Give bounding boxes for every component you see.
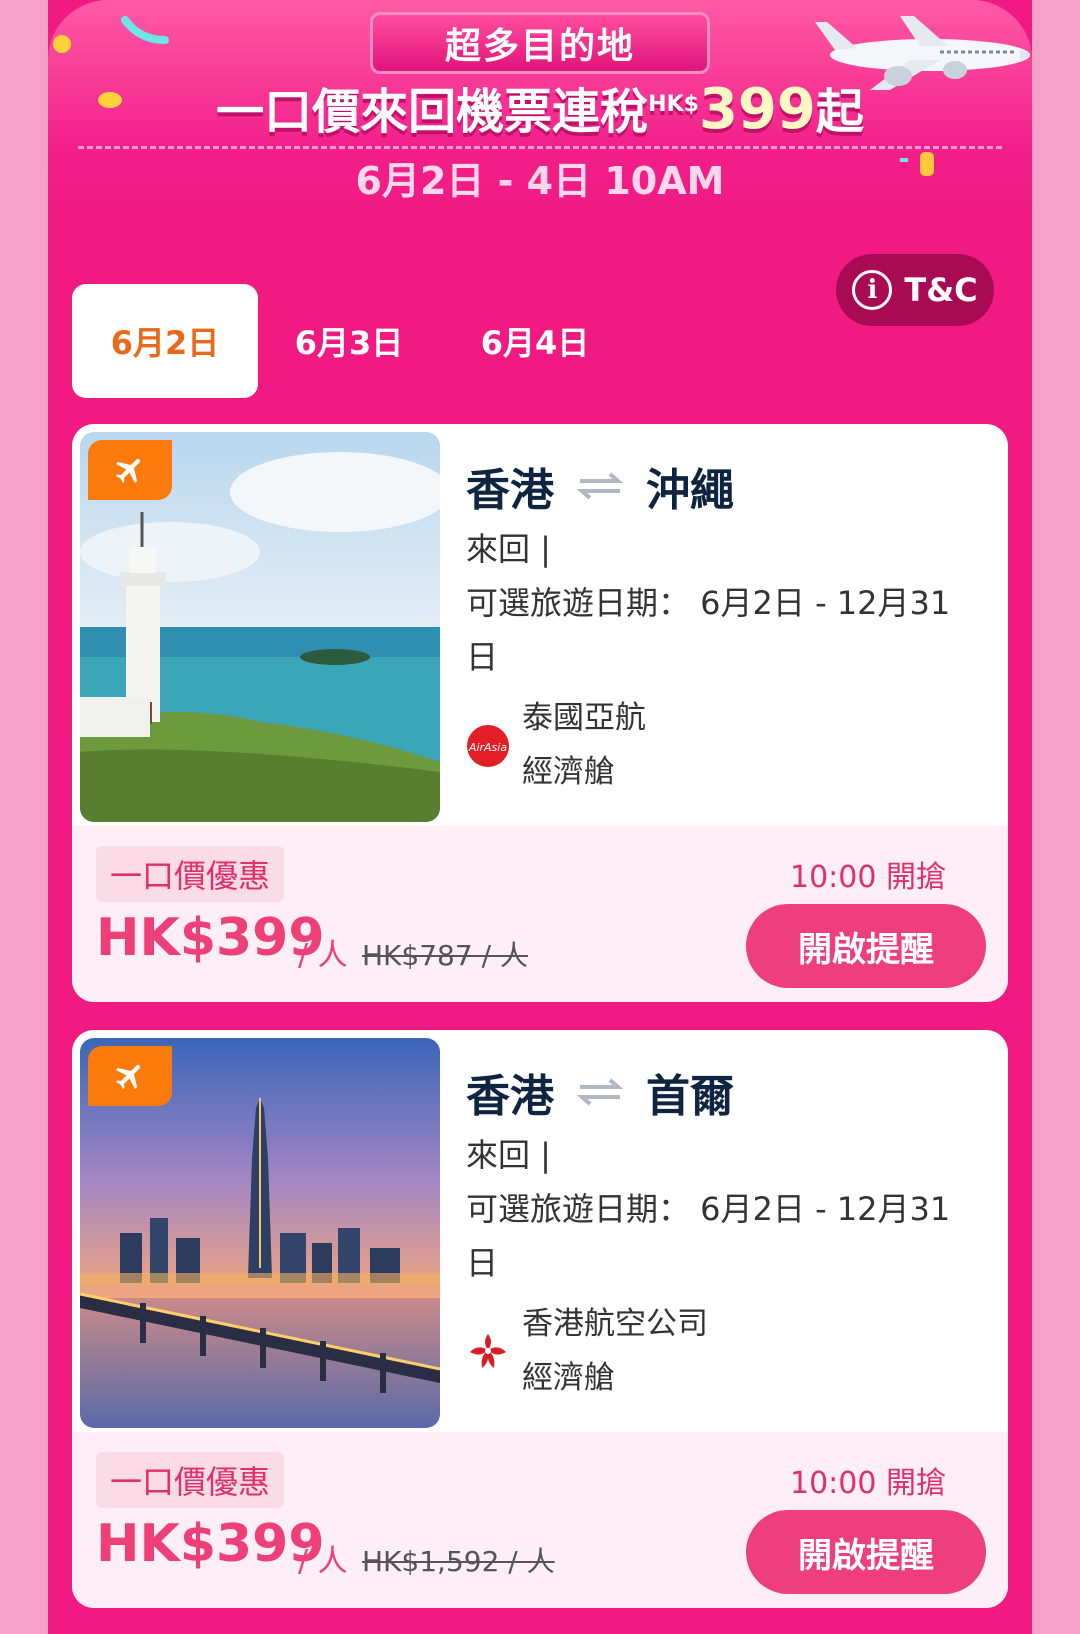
- banner-date: 6月2日 - 4日 10AM: [355, 159, 725, 203]
- airline-name: 香港航空公司: [522, 1306, 708, 1342]
- flight-card[interactable]: 香港 首爾 來回 | 可選旅遊日期： 6月2日 - 12月31日 香港航空公司 …: [72, 1030, 1008, 1608]
- destination-city: 沖繩: [646, 465, 734, 516]
- trip-type: 來回 |: [466, 1136, 551, 1174]
- deal-tag: 一口價優惠: [96, 846, 285, 902]
- airplane-icon: [115, 458, 141, 484]
- tab-june-2[interactable]: 6月2日: [72, 284, 258, 398]
- tc-button[interactable]: i T&C: [836, 254, 994, 326]
- headline-text: 一口價來回機票連稅: [216, 84, 649, 140]
- hong-kong-airlines-logo-icon: [470, 1334, 506, 1368]
- card-details: 香港 沖繩 來回 | 可選旅遊日期： 6月2日 - 12月31日 AirAsia…: [72, 424, 1008, 826]
- original-price: HK$787 / 人: [362, 939, 528, 972]
- banner-tab-title: 超多目的地: [370, 12, 710, 74]
- travel-dates: 可選旅遊日期： 6月2日 - 12月31日: [466, 1190, 951, 1282]
- original-price: HK$1,592 / 人: [362, 1545, 555, 1578]
- airplane-icon: [815, 16, 1030, 90]
- route: 香港 首爾: [466, 1060, 734, 1124]
- round-trip-arrows-icon: [576, 1078, 624, 1106]
- deal-tag: 一口價優惠: [96, 1452, 285, 1508]
- route: 香港 沖繩: [466, 454, 734, 518]
- origin-city: 香港: [466, 1071, 554, 1122]
- cabin-class: 經濟艙: [522, 754, 615, 790]
- tab-june-3[interactable]: 6月3日: [256, 284, 442, 398]
- trip-type: 來回 |: [466, 530, 551, 568]
- cabin-class: 經濟艙: [522, 1360, 615, 1396]
- travel-dates: 可選旅遊日期： 6月2日 - 12月31日: [466, 584, 951, 676]
- flight-badge: [88, 440, 172, 500]
- headline-currency: HK$: [648, 92, 699, 117]
- flight-badge: [88, 1046, 172, 1106]
- card-price-section: 一口價優惠 HK$399 / 人 HK$787 / 人 10:00 開搶 開啟提…: [72, 826, 1008, 1002]
- destination-photo-seoul: [80, 1038, 440, 1428]
- sale-price: HK$399: [96, 908, 325, 968]
- flight-card[interactable]: 香港 沖繩 來回 | 可選旅遊日期： 6月2日 - 12月31日 AirAsia…: [72, 424, 1008, 1002]
- airasia-logo-icon: AirAsia: [467, 725, 509, 767]
- tc-label: T&C: [904, 271, 978, 309]
- svg-text:AirAsia: AirAsia: [468, 741, 507, 754]
- airplane-icon: [115, 1064, 141, 1090]
- airline-name: 泰國亞航: [522, 700, 646, 736]
- tab-june-4[interactable]: 6月4日: [442, 284, 628, 398]
- price-unit: / 人: [298, 938, 348, 973]
- round-trip-arrows-icon: [576, 472, 624, 500]
- banner-divider: [78, 146, 1002, 149]
- info-icon: i: [852, 270, 893, 310]
- destination-photo-okinawa: [80, 432, 440, 822]
- page: 超多目的地 一口價來回機票連稅HK$399起 6月2日 - 4日 10AM 6月…: [0, 0, 1080, 1634]
- set-reminder-button[interactable]: 開啟提醒: [746, 1510, 986, 1594]
- sale-start-time: 10:00 開搶: [790, 860, 946, 895]
- set-reminder-button[interactable]: 開啟提醒: [746, 904, 986, 988]
- price-unit: / 人: [298, 1544, 348, 1579]
- card-details: 香港 首爾 來回 | 可選旅遊日期： 6月2日 - 12月31日 香港航空公司 …: [72, 1030, 1008, 1432]
- card-price-section: 一口價優惠 HK$399 / 人 HK$1,592 / 人 10:00 開搶 開…: [72, 1432, 1008, 1608]
- destination-city: 首爾: [646, 1071, 734, 1122]
- origin-city: 香港: [466, 465, 554, 516]
- sale-start-time: 10:00 開搶: [790, 1466, 946, 1501]
- sale-price: HK$399: [96, 1514, 325, 1574]
